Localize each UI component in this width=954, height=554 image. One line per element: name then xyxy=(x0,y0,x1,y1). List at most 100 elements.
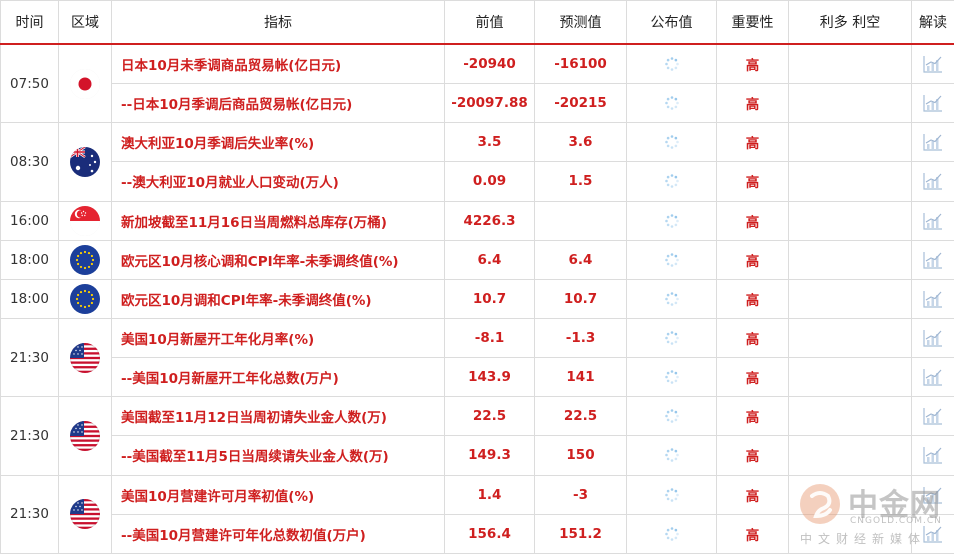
actual-value xyxy=(626,435,717,476)
indicator-name[interactable]: 澳大利亚10月季调后失业率(%) xyxy=(111,122,445,163)
effect-cell xyxy=(788,43,912,85)
indicator-name[interactable]: 日本10月未季调商品贸易帐(亿日元) xyxy=(111,43,445,85)
analysis-cell[interactable] xyxy=(911,239,954,280)
analysis-cell[interactable] xyxy=(911,200,954,241)
australia-flag xyxy=(70,146,100,177)
header-importance: 重要性 xyxy=(716,0,789,45)
indicator-name[interactable]: 美国10月营建许可月率初值(%) xyxy=(111,474,445,515)
previous-value: 156.4 xyxy=(444,513,535,554)
indicator-name[interactable]: 欧元区10月核心调和CPI年率-未季调终值(%) xyxy=(111,239,445,280)
japan-flag xyxy=(70,68,100,99)
header-indicator: 指标 xyxy=(111,0,445,45)
loading-spinner-icon xyxy=(664,291,680,307)
indicator-name[interactable]: --美国截至11月5日当周续请失业金人数(万) xyxy=(111,435,445,476)
indicator-name[interactable]: --澳大利亚10月就业人口变动(万人) xyxy=(111,161,445,202)
effect-cell xyxy=(788,200,912,241)
forecast-value: 141 xyxy=(534,357,627,398)
analysis-cell[interactable] xyxy=(911,474,954,515)
importance-level: 高 xyxy=(716,83,789,124)
analysis-chart-icon[interactable] xyxy=(923,330,943,347)
header-time: 时间 xyxy=(0,0,59,45)
previous-value: 22.5 xyxy=(444,396,535,437)
forecast-value xyxy=(534,200,627,241)
loading-spinner-icon xyxy=(664,56,680,72)
loading-spinner-icon xyxy=(664,487,680,503)
forecast-value: -20215 xyxy=(534,83,627,124)
actual-value xyxy=(626,200,717,241)
table-row: 07:50 日本10月未季调商品贸易帐(亿日元) -20940 -16100 高 xyxy=(0,43,954,124)
loading-spinner-icon xyxy=(664,252,680,268)
effect-cell xyxy=(788,161,912,202)
indicator-name[interactable]: 美国10月新屋开工年化月率(%) xyxy=(111,317,445,359)
importance-level: 高 xyxy=(716,161,789,202)
analysis-cell[interactable] xyxy=(911,278,954,319)
header-actual: 公布值 xyxy=(626,0,717,45)
previous-value: 1.4 xyxy=(444,474,535,515)
table-row: 21:30 美国10月营建许可月率初值(%) 1.4 -3 高 xyxy=(0,474,954,554)
economic-calendar-table: 时间 区域 指标 前值 预测值 公布值 重要性 利多 利空 解读 07:50 日本… xyxy=(0,0,954,554)
analysis-cell[interactable] xyxy=(911,435,954,476)
analysis-cell[interactable] xyxy=(911,122,954,163)
loading-spinner-icon xyxy=(664,330,680,346)
previous-value: 0.09 xyxy=(444,161,535,202)
effect-cell xyxy=(788,83,912,124)
usa-flag xyxy=(70,342,100,373)
analysis-chart-icon[interactable] xyxy=(923,251,943,269)
forecast-value: 150 xyxy=(534,435,627,476)
indicator-name[interactable]: 美国截至11月12日当周初请失业金人数(万) xyxy=(111,396,445,437)
previous-value: 3.5 xyxy=(444,122,535,163)
effect-cell xyxy=(788,474,912,515)
importance-level: 高 xyxy=(716,317,789,359)
actual-value xyxy=(626,83,717,124)
loading-spinner-icon xyxy=(664,213,680,229)
table-row: --澳大利亚10月就业人口变动(万人) 0.09 1.5 高 xyxy=(1,161,954,202)
analysis-chart-icon[interactable] xyxy=(923,95,943,112)
analysis-chart-icon[interactable] xyxy=(923,486,943,504)
actual-value xyxy=(626,278,717,319)
analysis-chart-icon[interactable] xyxy=(923,212,943,230)
previous-value: -20940 xyxy=(444,43,535,85)
analysis-chart-icon[interactable] xyxy=(923,447,943,465)
event-time: 16:00 xyxy=(0,200,59,241)
indicator-name[interactable]: 新加坡截至11月16日当周燃料总库存(万桶) xyxy=(111,200,445,241)
analysis-chart-icon[interactable] xyxy=(923,134,943,151)
actual-value xyxy=(626,396,717,437)
indicator-name[interactable]: 欧元区10月调和CPI年率-未季调终值(%) xyxy=(111,278,445,319)
region-cell xyxy=(58,474,112,554)
region-cell xyxy=(58,122,112,202)
analysis-chart-icon[interactable] xyxy=(923,369,943,386)
forecast-value: 1.5 xyxy=(534,161,627,202)
indicator-name[interactable]: --美国10月新屋开工年化总数(万户) xyxy=(111,357,445,398)
previous-value: -20097.88 xyxy=(444,83,535,124)
effect-cell xyxy=(788,513,912,554)
analysis-cell[interactable] xyxy=(911,317,954,359)
indicator-name[interactable]: --美国10月营建许可年化总数初值(万户) xyxy=(111,513,445,554)
table-row: 18:00 欧元区10月调和CPI年率-未季调终值(%) 10.7 10.7 高 xyxy=(0,278,954,319)
analysis-chart-icon[interactable] xyxy=(923,173,943,191)
effect-cell xyxy=(788,239,912,280)
table-row: --美国10月新屋开工年化总数(万户) 143.9 141 高 xyxy=(1,357,954,398)
analysis-chart-icon[interactable] xyxy=(923,56,943,73)
table-row: 18:00 欧元区10月核心调和CPI年率-未季调终值(%) 6.4 6.4 高 xyxy=(0,239,954,280)
analysis-cell[interactable] xyxy=(911,357,954,398)
analysis-chart-icon[interactable] xyxy=(923,408,943,425)
usa-flag xyxy=(70,420,100,451)
forecast-value: 10.7 xyxy=(534,278,627,319)
analysis-cell[interactable] xyxy=(911,161,954,202)
analysis-cell[interactable] xyxy=(911,43,954,85)
analysis-cell[interactable] xyxy=(911,513,954,554)
region-cell xyxy=(58,278,112,319)
event-time: 21:30 xyxy=(0,317,59,398)
analysis-cell[interactable] xyxy=(911,396,954,437)
table-row: 16:00 新加坡截至11月16日当周燃料总库存(万桶) 4226.3 高 xyxy=(0,200,954,241)
analysis-cell[interactable] xyxy=(911,83,954,124)
analysis-chart-icon[interactable] xyxy=(923,525,943,543)
previous-value: 10.7 xyxy=(444,278,535,319)
forecast-value: 6.4 xyxy=(534,239,627,280)
analysis-chart-icon[interactable] xyxy=(923,290,943,308)
table-row: --日本10月季调后商品贸易帐(亿日元) -20097.88 -20215 高 xyxy=(1,83,954,124)
region-cell xyxy=(58,317,112,398)
indicator-name[interactable]: --日本10月季调后商品贸易帐(亿日元) xyxy=(111,83,445,124)
effect-cell xyxy=(788,396,912,437)
actual-value xyxy=(626,161,717,202)
